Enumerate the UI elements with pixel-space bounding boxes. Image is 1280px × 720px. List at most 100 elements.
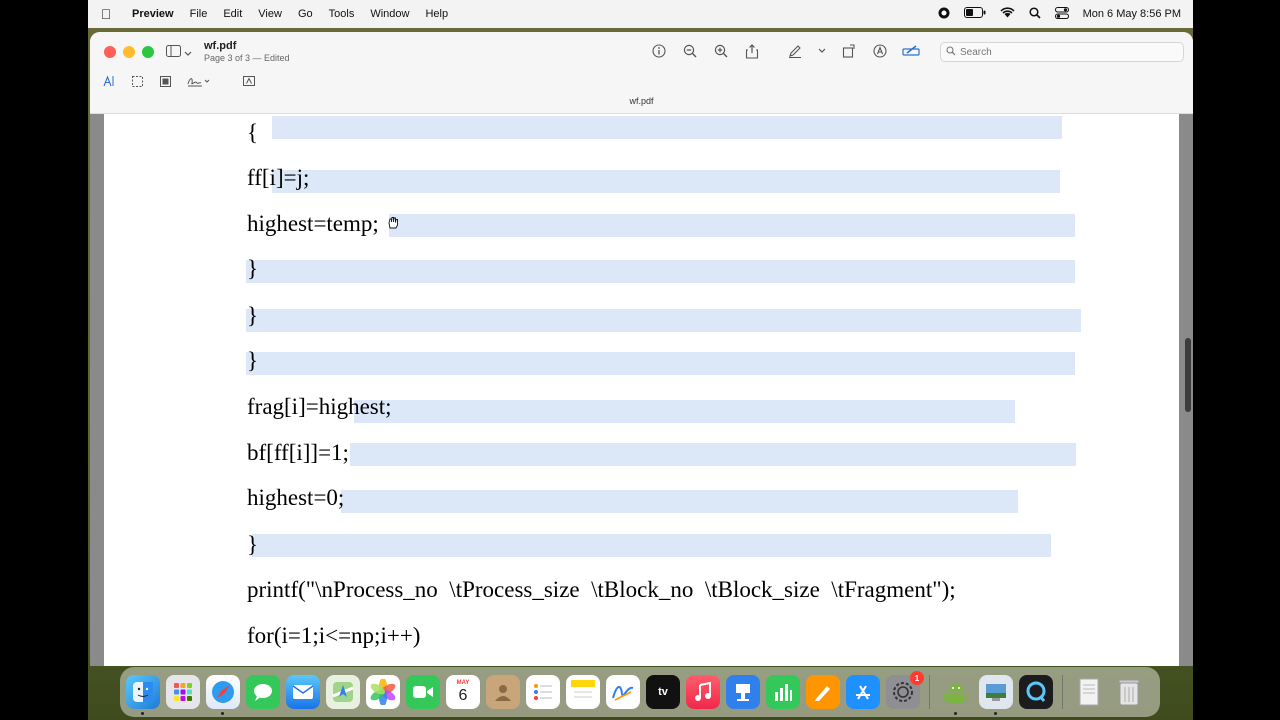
minimize-button[interactable] xyxy=(123,46,135,58)
hand-cursor-icon xyxy=(387,216,399,234)
code-line[interactable]: highest=0; xyxy=(247,484,344,512)
finder-icon[interactable] xyxy=(126,675,160,715)
clock[interactable]: Mon 6 May 8:56 PM xyxy=(1083,8,1181,20)
keynote-icon[interactable] xyxy=(726,675,760,709)
reminders-icon[interactable] xyxy=(526,675,560,709)
menu-go[interactable]: Go xyxy=(290,8,321,20)
calendar-icon[interactable]: MAY 6 xyxy=(446,675,480,709)
menu-app-name[interactable]: Preview xyxy=(124,8,182,20)
annotate-form-icon[interactable] xyxy=(902,42,920,60)
screen-record-icon[interactable] xyxy=(938,7,950,22)
code-line[interactable]: frag[i]=highest; xyxy=(247,393,392,421)
control-center-icon[interactable] xyxy=(1054,6,1069,22)
code-line[interactable]: { xyxy=(247,119,258,147)
markup-toolbar xyxy=(102,74,256,88)
menu-window[interactable]: Window xyxy=(362,8,417,20)
document-stack-icon[interactable] xyxy=(1072,675,1106,709)
music-icon[interactable] xyxy=(686,675,720,709)
photos-icon[interactable] xyxy=(366,675,400,709)
trash-icon[interactable] xyxy=(1112,675,1146,709)
apple-tv-icon[interactable]: tv xyxy=(646,675,680,709)
tab-title: wf.pdf xyxy=(629,96,654,106)
zoom-in-icon[interactable] xyxy=(712,42,730,60)
highlight-icon[interactable] xyxy=(871,42,889,60)
preview-app-icon[interactable] xyxy=(979,675,1013,715)
selection-highlight xyxy=(341,490,1018,513)
code-line[interactable]: } xyxy=(247,347,258,375)
selection-highlight xyxy=(350,443,1076,466)
selection-highlight xyxy=(272,170,1060,193)
preview-window: wf.pdf Page 3 of 3 — Edited Search wf.pd… xyxy=(90,32,1193,666)
code-line[interactable]: printf("\nProcess_no \tProcess_size \tBl… xyxy=(247,576,956,604)
letterbox-left xyxy=(0,0,88,720)
rectangular-selection-icon[interactable] xyxy=(130,74,144,88)
apple-menu-icon[interactable]:  xyxy=(88,6,124,22)
running-indicator xyxy=(954,712,957,715)
scrollbar-thumb[interactable] xyxy=(1185,338,1191,412)
close-button[interactable] xyxy=(104,46,116,58)
app-store-icon[interactable] xyxy=(846,675,880,709)
facetime-icon[interactable] xyxy=(406,675,440,709)
code-line[interactable]: for(i=1;i<=np;i++) xyxy=(247,622,420,650)
menu-edit[interactable]: Edit xyxy=(215,8,250,20)
search-icon xyxy=(946,43,956,61)
maps-icon[interactable] xyxy=(326,675,360,709)
notes-icon[interactable] xyxy=(566,675,600,709)
selection-highlight xyxy=(252,534,1051,557)
launchpad-icon[interactable] xyxy=(166,675,200,709)
code-line[interactable]: } xyxy=(247,302,258,330)
code-line[interactable]: } xyxy=(247,255,258,283)
menu-view[interactable]: View xyxy=(250,8,290,20)
text-selection-icon[interactable] xyxy=(102,74,116,88)
dock-separator xyxy=(929,675,930,709)
dock-separator xyxy=(1062,675,1063,709)
messages-icon[interactable] xyxy=(246,675,280,709)
pages-icon[interactable] xyxy=(806,675,840,709)
markup-pen-icon[interactable] xyxy=(786,42,804,60)
search-field[interactable] xyxy=(940,42,1184,62)
document-subtitle: Page 3 of 3 — Edited xyxy=(204,53,290,63)
search-input[interactable] xyxy=(960,46,1160,58)
android-studio-icon[interactable] xyxy=(939,675,973,715)
numbers-icon[interactable] xyxy=(766,675,800,709)
apple-tv-label: tv xyxy=(658,686,668,698)
freeform-icon[interactable] xyxy=(606,675,640,709)
selection-highlight xyxy=(354,400,1015,423)
redact-icon[interactable] xyxy=(158,74,172,88)
code-line[interactable]: bf[ff[i]]=1; xyxy=(247,439,349,467)
spotlight-search-icon[interactable] xyxy=(1029,6,1041,22)
code-line[interactable]: ff[i]=j; xyxy=(247,164,309,192)
sidebar-toggle-button[interactable] xyxy=(166,44,192,62)
fullscreen-button[interactable] xyxy=(142,46,154,58)
notification-badge: 1 xyxy=(910,671,924,685)
running-indicator xyxy=(221,712,224,715)
selection-highlight xyxy=(246,260,1075,283)
zoom-out-icon[interactable] xyxy=(681,42,699,60)
code-line[interactable]: highest=temp; xyxy=(247,210,379,238)
wifi-icon[interactable] xyxy=(999,7,1015,21)
menu-help[interactable]: Help xyxy=(417,8,456,20)
mail-icon[interactable] xyxy=(286,675,320,709)
code-line[interactable]: } xyxy=(247,531,258,559)
info-icon[interactable] xyxy=(650,42,668,60)
menu-file[interactable]: File xyxy=(182,8,216,20)
vertical-scrollbar[interactable] xyxy=(1181,114,1193,666)
safari-icon[interactable] xyxy=(206,675,240,715)
system-settings-icon[interactable]: 1 xyxy=(886,671,924,709)
markup-chevron-down-icon[interactable] xyxy=(817,42,827,60)
sign-icon[interactable] xyxy=(186,74,212,88)
battery-icon[interactable] xyxy=(963,7,986,21)
contacts-icon[interactable] xyxy=(486,675,520,709)
share-icon[interactable] xyxy=(743,42,761,60)
quicktime-icon[interactable] xyxy=(1019,675,1053,709)
letterbox-right xyxy=(1193,0,1280,720)
rotate-icon[interactable] xyxy=(840,42,858,60)
selection-highlight xyxy=(272,116,1062,139)
menu-tools[interactable]: Tools xyxy=(321,8,363,20)
traffic-lights xyxy=(104,46,154,58)
sidebar-icon xyxy=(166,44,181,62)
document-viewer[interactable]: { ff[i]=j; highest=temp; } } } frag[i]=h… xyxy=(90,114,1193,666)
running-indicator xyxy=(141,712,144,715)
pdf-page[interactable]: { ff[i]=j; highest=temp; } } } frag[i]=h… xyxy=(104,114,1179,666)
text-box-icon[interactable] xyxy=(242,74,256,88)
